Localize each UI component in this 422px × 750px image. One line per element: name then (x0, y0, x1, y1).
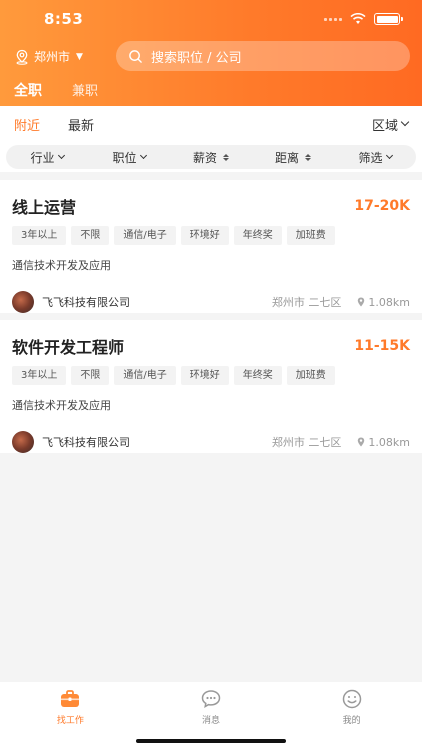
tab-mine[interactable]: 我的 (281, 682, 422, 750)
job-title: 线上运营 (12, 198, 77, 217)
company-name: 飞飞科技有限公司 (42, 436, 130, 449)
tab-parttime[interactable]: 兼职 (72, 80, 98, 108)
job-tag: 不限 (71, 226, 110, 245)
region-label: 区域 (371, 118, 398, 134)
tab-label: 消息 (202, 716, 221, 726)
filter-label: 距离 (274, 150, 299, 165)
status-icons (324, 13, 403, 25)
job-description: 通信技术开发及应用 (12, 259, 111, 272)
home-indicator (136, 739, 286, 743)
sort-bar: 附近 最新 区域 (0, 106, 422, 142)
sort-latest[interactable]: 最新 (68, 115, 94, 134)
company-avatar (12, 291, 34, 313)
job-type-tabs: 全职 兼职 (14, 80, 98, 108)
tab-label: 找工作 (56, 716, 84, 726)
filter-bar: 行业 职位 薪资 距离 筛选 (0, 142, 422, 172)
location-text: 郑州市 二七区 (271, 296, 342, 309)
briefcase-icon (61, 690, 80, 707)
job-salary: 17-20K (354, 198, 410, 214)
chevron-down-icon (57, 151, 65, 160)
job-tag: 加班费 (286, 366, 335, 385)
search-icon (129, 49, 142, 63)
job-salary: 11-15K (354, 338, 410, 354)
job-tag: 不限 (71, 366, 110, 385)
filter-industry[interactable]: 行业 (6, 145, 88, 169)
battery-icon (374, 13, 403, 25)
city-label: 郑州市 (34, 50, 71, 64)
chevron-down-icon (400, 117, 410, 127)
company-avatar (12, 431, 34, 453)
job-card[interactable]: 线上运营 17-20K 3年以上 不限 通信/电子 环境好 年终奖 加班费 通信… (0, 180, 422, 313)
tab-label: 我的 (342, 716, 361, 726)
job-card[interactable]: 软件开发工程师 11-15K 3年以上 不限 通信/电子 环境好 年终奖 加班费… (0, 320, 422, 453)
job-tag: 环境好 (180, 226, 229, 245)
smiley-icon (342, 689, 361, 709)
header: 8:53 郑州市 ▼ 搜索职位 / 公司 全职 兼职 (0, 0, 422, 108)
sort-icon (223, 153, 229, 161)
job-tag: 年终奖 (233, 366, 282, 385)
signal-icon (324, 17, 342, 21)
sort-icon (305, 153, 311, 161)
job-title: 软件开发工程师 (12, 338, 125, 357)
distance-text: 1.08km (368, 435, 410, 449)
job-tag: 3年以上 (12, 366, 67, 385)
job-tags: 3年以上 不限 通信/电子 环境好 年终奖 加班费 (12, 366, 410, 385)
location-pin-icon (358, 437, 365, 447)
filter-more[interactable]: 筛选 (334, 145, 416, 169)
caret-down-icon: ▼ (76, 51, 83, 62)
job-description: 通信技术开发及应用 (12, 399, 111, 412)
filter-label: 职位 (112, 150, 137, 165)
status-time: 8:53 (44, 10, 84, 28)
search-input[interactable]: 搜索职位 / 公司 (116, 41, 410, 71)
chevron-down-icon (139, 151, 147, 160)
distance-text: 1.08km (368, 295, 410, 309)
job-tag: 年终奖 (233, 226, 282, 245)
job-location: 郑州市 二七区 1.08km (272, 434, 410, 450)
job-tag: 加班费 (286, 226, 335, 245)
job-tag: 环境好 (180, 366, 229, 385)
region-filter[interactable]: 区域 (371, 115, 410, 134)
tab-fulltime[interactable]: 全职 (14, 80, 42, 108)
city-selector[interactable]: 郑州市 ▼ (14, 48, 83, 65)
chevron-down-icon (385, 151, 393, 160)
sort-nearby[interactable]: 附近 (14, 115, 40, 134)
filter-label: 薪资 (192, 150, 217, 165)
distance: 1.08km (357, 296, 410, 309)
job-tag: 通信/电子 (114, 366, 176, 385)
wifi-icon (350, 13, 366, 24)
chat-icon (201, 690, 221, 708)
job-location: 郑州市 二七区 1.08km (272, 294, 410, 310)
location-text: 郑州市 二七区 (271, 436, 342, 449)
job-tag: 3年以上 (12, 226, 67, 245)
tab-find-job[interactable]: 找工作 (0, 682, 141, 750)
job-tags: 3年以上 不限 通信/电子 环境好 年终奖 加班费 (12, 226, 410, 245)
filter-position[interactable]: 职位 (88, 145, 170, 169)
company-name: 飞飞科技有限公司 (42, 296, 130, 309)
filter-label: 行业 (30, 150, 55, 165)
distance: 1.08km (357, 436, 410, 449)
filter-salary[interactable]: 薪资 (170, 145, 252, 169)
filter-distance[interactable]: 距离 (252, 145, 334, 169)
filter-label: 筛选 (358, 150, 383, 165)
location-pin-icon (358, 297, 365, 307)
job-tag: 通信/电子 (114, 226, 176, 245)
location-pin-icon (16, 49, 28, 65)
search-placeholder: 搜索职位 / 公司 (151, 50, 242, 66)
